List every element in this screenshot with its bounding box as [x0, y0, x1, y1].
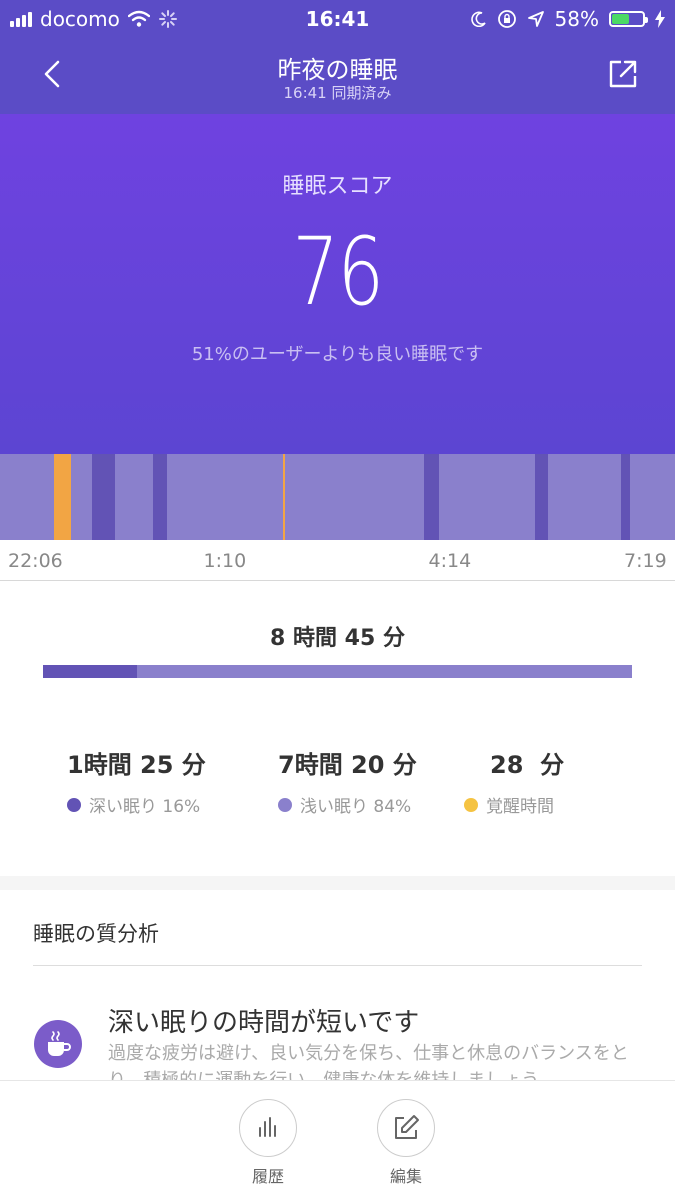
timeline-segment-deep — [621, 454, 630, 540]
coffee-cup-icon — [34, 1020, 82, 1068]
total-sleep-duration: 8 時間 45 分 — [270, 626, 405, 651]
edit-icon — [395, 1115, 419, 1139]
light-sleep-label-row: 浅い眠り 84% — [278, 792, 417, 817]
timeline-axis: 22:06 1:10 4:14 7:19 — [0, 540, 675, 581]
light-sleep-dot — [278, 797, 292, 812]
status-right: 58% — [470, 7, 665, 31]
timeline-segment-deep — [91, 454, 115, 540]
share-button[interactable] — [607, 58, 639, 90]
timeline-tick-label: 1:10 — [203, 550, 247, 572]
stat-awake: 28 分 覚醒時間 — [464, 745, 565, 817]
deep-sleep-portion — [43, 665, 138, 678]
timeline-tick-label: 7:19 — [624, 550, 667, 572]
awake-dot — [464, 797, 478, 812]
sync-status: 16:41 同期済み — [283, 84, 392, 102]
timeline-segment-deep — [152, 454, 168, 540]
battery-fill — [612, 14, 630, 24]
history-label: 履歴 — [251, 1167, 284, 1186]
timeline-segment-awake — [283, 454, 286, 540]
timeline-tick-label: 22:06 — [8, 550, 63, 572]
score-value: 76 — [292, 218, 384, 327]
awake-label: 覚醒時間 — [486, 797, 554, 817]
page-title: 昨夜の睡眠 — [277, 56, 398, 84]
deep-sleep-duration: 1時間 25 分 — [67, 751, 206, 779]
score-label: 睡眠スコア — [282, 174, 393, 199]
rotation-lock-icon — [497, 10, 516, 28]
deep-sleep-dot — [67, 797, 81, 812]
light-sleep-duration: 7時間 20 分 — [278, 751, 417, 779]
stat-light-sleep: 7時間 20 分 浅い眠り 84% — [278, 745, 417, 817]
battery-percent: 58% — [554, 7, 599, 31]
light-sleep-label: 浅い眠り 84% — [300, 797, 412, 817]
timeline-tick-label: 4:14 — [428, 550, 472, 572]
divider — [33, 965, 642, 966]
bottom-toolbar: 履歴 編集 — [0, 1080, 675, 1201]
location-icon — [527, 11, 544, 27]
awake-label-row: 覚醒時間 — [464, 792, 564, 817]
awake-duration: 28 分 — [490, 751, 565, 779]
header: 昨夜の睡眠 16:41 同期済み — [0, 38, 675, 114]
stat-deep-sleep: 1時間 25 分 深い眠り 16% — [67, 745, 206, 817]
sleep-timeline-chart[interactable] — [0, 454, 675, 540]
analysis-body: 過度な疲労は避け、良い気分を保ち、仕事と休息のバランスをとり、積極的に運動を行い… — [108, 1043, 629, 1080]
edit-button[interactable] — [377, 1099, 435, 1157]
score-panel: 睡眠スコア 76 51%のユーザーよりも良い睡眠です — [0, 114, 675, 454]
bar-chart-icon — [259, 1117, 276, 1137]
score-comparison: 51%のユーザーよりも良い睡眠です — [191, 344, 484, 365]
deep-sleep-label: 深い眠り 16% — [89, 797, 201, 817]
edit-label: 編集 — [389, 1167, 422, 1186]
moon-icon — [470, 11, 486, 27]
sleep-ratio-bar — [43, 665, 632, 678]
timeline-segment-awake — [53, 454, 71, 540]
history-button[interactable] — [239, 1099, 297, 1157]
battery-icon — [609, 11, 648, 27]
status-bar: docomo 16:41 58% — [0, 0, 675, 38]
deep-sleep-label-row: 深い眠り 16% — [67, 792, 206, 817]
analysis-heading: 深い眠りの時間が短いです — [108, 1008, 420, 1038]
analysis-title: 睡眠の質分析 — [33, 922, 159, 946]
timeline-segment-deep — [534, 454, 549, 540]
section-divider — [0, 876, 675, 890]
charging-icon — [655, 10, 665, 28]
share-icon — [609, 60, 637, 88]
timeline-segment-deep — [423, 454, 440, 540]
